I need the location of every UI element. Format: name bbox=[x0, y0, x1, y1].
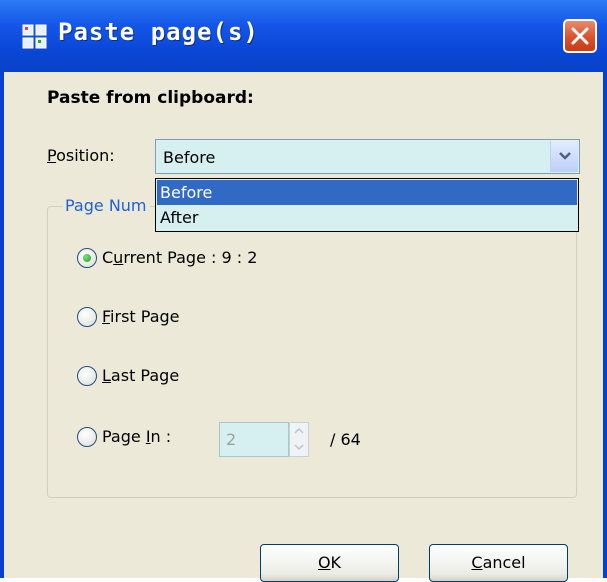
dialog-body: Paste from clipboard: Position: Before P… bbox=[4, 72, 603, 578]
page-in-value: 2 bbox=[226, 430, 237, 449]
group-title: Page Num bbox=[62, 196, 150, 215]
position-value: Before bbox=[163, 148, 216, 167]
radio-checked-dot bbox=[83, 254, 91, 262]
page-in-spinner[interactable] bbox=[289, 422, 309, 457]
page-in-input[interactable]: 2 bbox=[219, 422, 289, 457]
spin-up-icon[interactable] bbox=[294, 428, 304, 434]
close-button[interactable] bbox=[563, 19, 597, 53]
app-pages-icon bbox=[22, 24, 47, 49]
option-before[interactable]: Before bbox=[157, 180, 577, 205]
radio-label: Last Page bbox=[102, 366, 180, 385]
page-total: / 64 bbox=[330, 430, 361, 449]
title-bar[interactable]: Paste page(s) bbox=[0, 0, 607, 72]
position-dropdown-list[interactable]: Before After bbox=[155, 178, 579, 232]
radio-label: First Page bbox=[102, 307, 180, 326]
page-in-controls: 2 / 64 bbox=[48, 422, 448, 458]
paste-pages-window: Paste page(s) Paste from clipboard: Posi… bbox=[0, 0, 607, 582]
spin-down-icon[interactable] bbox=[294, 444, 304, 450]
dialog-heading: Paste from clipboard: bbox=[47, 88, 254, 108]
radio-button[interactable] bbox=[77, 248, 97, 268]
radio-label: Current Page : 9 : 2 bbox=[102, 248, 258, 267]
chevron-down-icon bbox=[559, 152, 571, 160]
radio-button[interactable] bbox=[77, 307, 97, 327]
ok-button[interactable]: OK bbox=[260, 544, 399, 582]
cancel-button[interactable]: Cancel bbox=[429, 544, 568, 582]
combo-dropdown-button[interactable] bbox=[550, 141, 578, 172]
position-combobox[interactable]: Before bbox=[155, 139, 580, 174]
option-after[interactable]: After bbox=[157, 205, 577, 230]
close-icon bbox=[571, 27, 589, 45]
page-number-group: Page Num Current Page : 9 : 2 First Page… bbox=[47, 196, 577, 498]
position-label: Position: bbox=[47, 146, 115, 165]
window-title: Paste page(s) bbox=[58, 18, 259, 46]
radio-button[interactable] bbox=[77, 366, 97, 386]
